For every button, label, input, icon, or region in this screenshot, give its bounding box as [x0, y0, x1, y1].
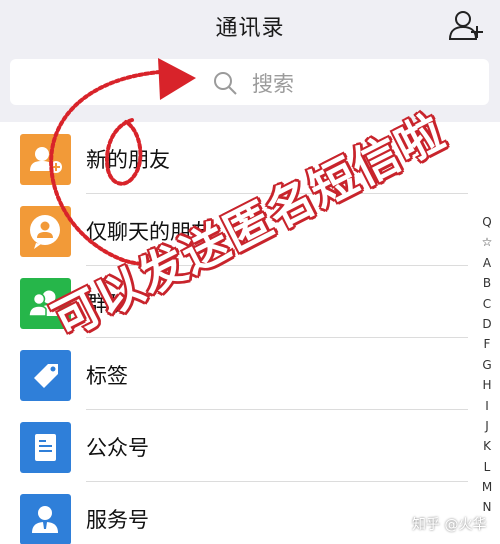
list-item-label: 仅聊天的朋友: [86, 220, 212, 244]
index-item[interactable]: H: [476, 375, 498, 395]
index-item[interactable]: J: [476, 416, 498, 436]
index-item[interactable]: I: [476, 396, 498, 416]
service-account-icon: [20, 494, 71, 544]
list-item-label: 群聊: [86, 292, 128, 316]
index-item[interactable]: C: [476, 294, 498, 314]
index-item[interactable]: G: [476, 355, 498, 375]
official-account-icon: [20, 422, 71, 473]
list-item-label: 新的朋友: [86, 148, 170, 172]
watermark: 知乎 @火华: [412, 517, 487, 533]
list-item-label: 公众号: [86, 436, 149, 460]
chat-only-friend-icon: [20, 206, 71, 257]
new-friend-icon: [20, 134, 71, 185]
search-bar[interactable]: 搜索: [10, 59, 489, 105]
index-item[interactable]: ☆: [476, 232, 498, 252]
list-item-new-friends[interactable]: 新的朋友: [0, 122, 468, 194]
alphabet-index-bar[interactable]: Q ☆ A B C D F G H I J K L M N: [476, 212, 498, 518]
index-item[interactable]: B: [476, 273, 498, 293]
list-item-official-accounts[interactable]: 公众号: [0, 410, 468, 482]
list-item-group-chat[interactable]: 群聊: [0, 266, 468, 338]
list-item-chat-only-friends[interactable]: 仅聊天的朋友: [0, 194, 468, 266]
search-icon: [214, 72, 237, 95]
index-item[interactable]: K: [476, 436, 498, 456]
list-item-tags[interactable]: 标签: [0, 338, 468, 410]
index-item[interactable]: M: [476, 477, 498, 497]
search-placeholder: 搜索: [252, 72, 294, 96]
add-contact-icon: [448, 11, 483, 40]
group-chat-icon: [20, 278, 71, 329]
list-item-service-accounts[interactable]: 服务号: [0, 482, 468, 544]
list-item-label: 服务号: [86, 508, 149, 532]
list-item-label: 标签: [86, 364, 128, 388]
index-item[interactable]: D: [476, 314, 498, 334]
add-contact-button[interactable]: [446, 8, 486, 42]
page-title: 通讯录: [215, 16, 285, 41]
nav-header: 通讯录 搜索: [0, 0, 500, 122]
index-item[interactable]: Q: [476, 212, 498, 232]
index-item[interactable]: A: [476, 253, 498, 273]
index-item[interactable]: F: [476, 334, 498, 354]
index-item[interactable]: L: [476, 457, 498, 477]
tag-icon: [20, 350, 71, 401]
